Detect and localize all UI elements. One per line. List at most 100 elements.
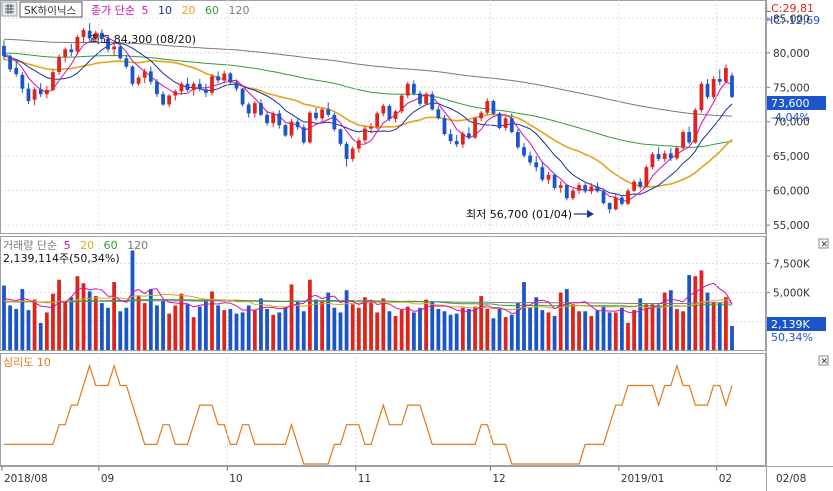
volume-bar: [356, 307, 361, 351]
candle-body: [607, 203, 612, 210]
volume-tick-label: 7,500K: [773, 258, 811, 270]
candle-body: [246, 104, 251, 114]
stock-chart: SK하이닉스 종가 단순 5 10 20 60 120 최고 84,300 (0…: [0, 0, 833, 491]
price-tick-label: 80,000: [773, 48, 810, 60]
volume-bar: [369, 300, 373, 351]
volume-bar: [699, 270, 704, 351]
volume-bar: [681, 311, 685, 351]
volume-bar: [344, 290, 349, 351]
volume-bar: [675, 308, 679, 351]
legend-ma120: 120: [228, 4, 249, 17]
legend-ma60: 60: [205, 4, 219, 17]
volume-axis: 7,500K5,000K2,500K 2,139K 50,34% ✕: [766, 236, 833, 351]
candle-body: [454, 141, 459, 145]
volume-bar: [259, 298, 263, 351]
candle-body: [320, 109, 325, 119]
volume-bar: [730, 326, 734, 351]
candle-body: [197, 83, 202, 90]
candle-body: [148, 71, 153, 82]
candle-body: [491, 101, 496, 114]
volume-bar: [363, 297, 367, 351]
legend-ma5: 5: [141, 4, 148, 17]
volume-bar: [191, 317, 196, 351]
legend-ma10: 10: [158, 4, 172, 17]
volume-bar: [418, 307, 422, 351]
candle-body: [252, 103, 257, 114]
price-legend-type: 종가 단순: [91, 4, 135, 17]
volume-bar: [656, 305, 661, 351]
candle-body: [332, 114, 337, 130]
volume-bar: [436, 308, 441, 351]
volume-bar: [112, 282, 117, 351]
x-tick-label: 11: [358, 473, 371, 485]
candle-body: [222, 73, 227, 81]
candle-body: [479, 112, 484, 119]
candle-body: [14, 67, 19, 75]
volume-bar: [332, 307, 337, 351]
candle-body: [601, 191, 606, 204]
price-tick-label: 85,000: [773, 13, 810, 25]
volume-bar: [210, 291, 214, 351]
volume-bar: [124, 307, 129, 351]
symbol-name[interactable]: SK하이닉스: [24, 4, 77, 17]
candle-body: [259, 103, 263, 115]
volume-bar: [197, 306, 202, 351]
candle-body: [26, 88, 31, 102]
candle-body: [522, 147, 526, 156]
candle-body: [528, 155, 533, 163]
volume-bar: [595, 310, 600, 351]
candle-body: [369, 126, 373, 129]
volume-pane: 거래량 단순 5 20 60 120 2,139,114주(50,34%): [0, 236, 766, 351]
candle-body: [130, 66, 135, 84]
volume-legend-type: 거래량 단순: [3, 239, 57, 252]
candle-body: [509, 118, 514, 133]
candle-body: [44, 90, 49, 95]
candle-body: [693, 110, 698, 143]
volume-bar: [497, 308, 502, 351]
candle-body: [717, 78, 722, 82]
psy-legend[interactable]: 심리도 10: [3, 356, 51, 369]
volume-bar: [558, 292, 563, 351]
legend-ma20: 20: [181, 4, 195, 17]
volume-bar: [411, 312, 416, 351]
candle-body: [430, 94, 435, 110]
candle-body: [546, 174, 551, 180]
volume-bar: [246, 305, 251, 351]
candle-body: [540, 167, 545, 180]
price-axis: LC:29,81 HC:-12,69 85,00080,00075,00070,…: [765, 0, 833, 234]
grid-icon: [5, 4, 14, 14]
candle-body: [210, 76, 214, 93]
x-tick-label: 12: [492, 473, 505, 485]
volume-bar: [271, 314, 276, 351]
candle-body: [534, 162, 539, 168]
candle-body: [240, 88, 245, 105]
price-tick-label: 75,000: [773, 82, 810, 94]
volume-bar: [503, 317, 508, 351]
volume-bar: [644, 304, 649, 351]
candle-body: [595, 186, 600, 192]
candle-body: [399, 95, 404, 112]
volume-bar: [387, 311, 392, 351]
candle-body: [448, 134, 453, 142]
volume-bar: [222, 310, 227, 351]
candle-body: [265, 114, 269, 124]
volume-bar: [687, 275, 692, 351]
volume-bar: [564, 289, 569, 351]
volume-bar: [167, 313, 172, 351]
volume-bar: [509, 314, 514, 351]
candle-body: [552, 174, 557, 188]
volume-bar: [173, 305, 178, 351]
volume-bar: [571, 304, 575, 351]
volume-bar: [467, 308, 471, 351]
candle-body: [356, 140, 361, 149]
candle-body: [564, 185, 569, 199]
candle-body: [112, 46, 117, 50]
volume-bar: [577, 311, 581, 351]
candle-body: [619, 197, 624, 204]
candle-body: [583, 185, 588, 192]
candle-body: [350, 148, 355, 159]
x-tick-label: 2019/01: [621, 473, 665, 485]
volume-bar: [93, 296, 98, 351]
volume-bar: [240, 312, 245, 351]
candle-body: [38, 89, 43, 95]
